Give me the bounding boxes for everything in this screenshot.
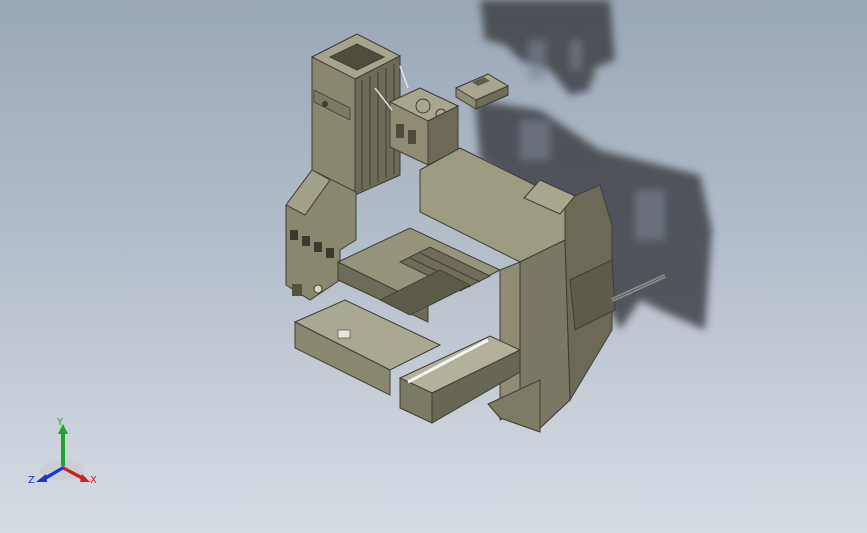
x-axis-arrowhead [80,474,90,482]
cnc-machine-model[interactable] [0,0,867,533]
x-axis-label: X [90,475,97,486]
machine-column[interactable] [310,33,402,196]
coordinate-triad[interactable]: Y X Z [22,418,106,494]
graphics-viewport[interactable]: Y X Z [0,0,867,533]
z-axis-label: Z [28,475,35,486]
z-axis-arrowhead [36,474,47,482]
y-axis-label: Y [57,417,64,428]
y-axis-arrow [61,430,65,466]
top-bracket-part[interactable] [454,73,510,110]
